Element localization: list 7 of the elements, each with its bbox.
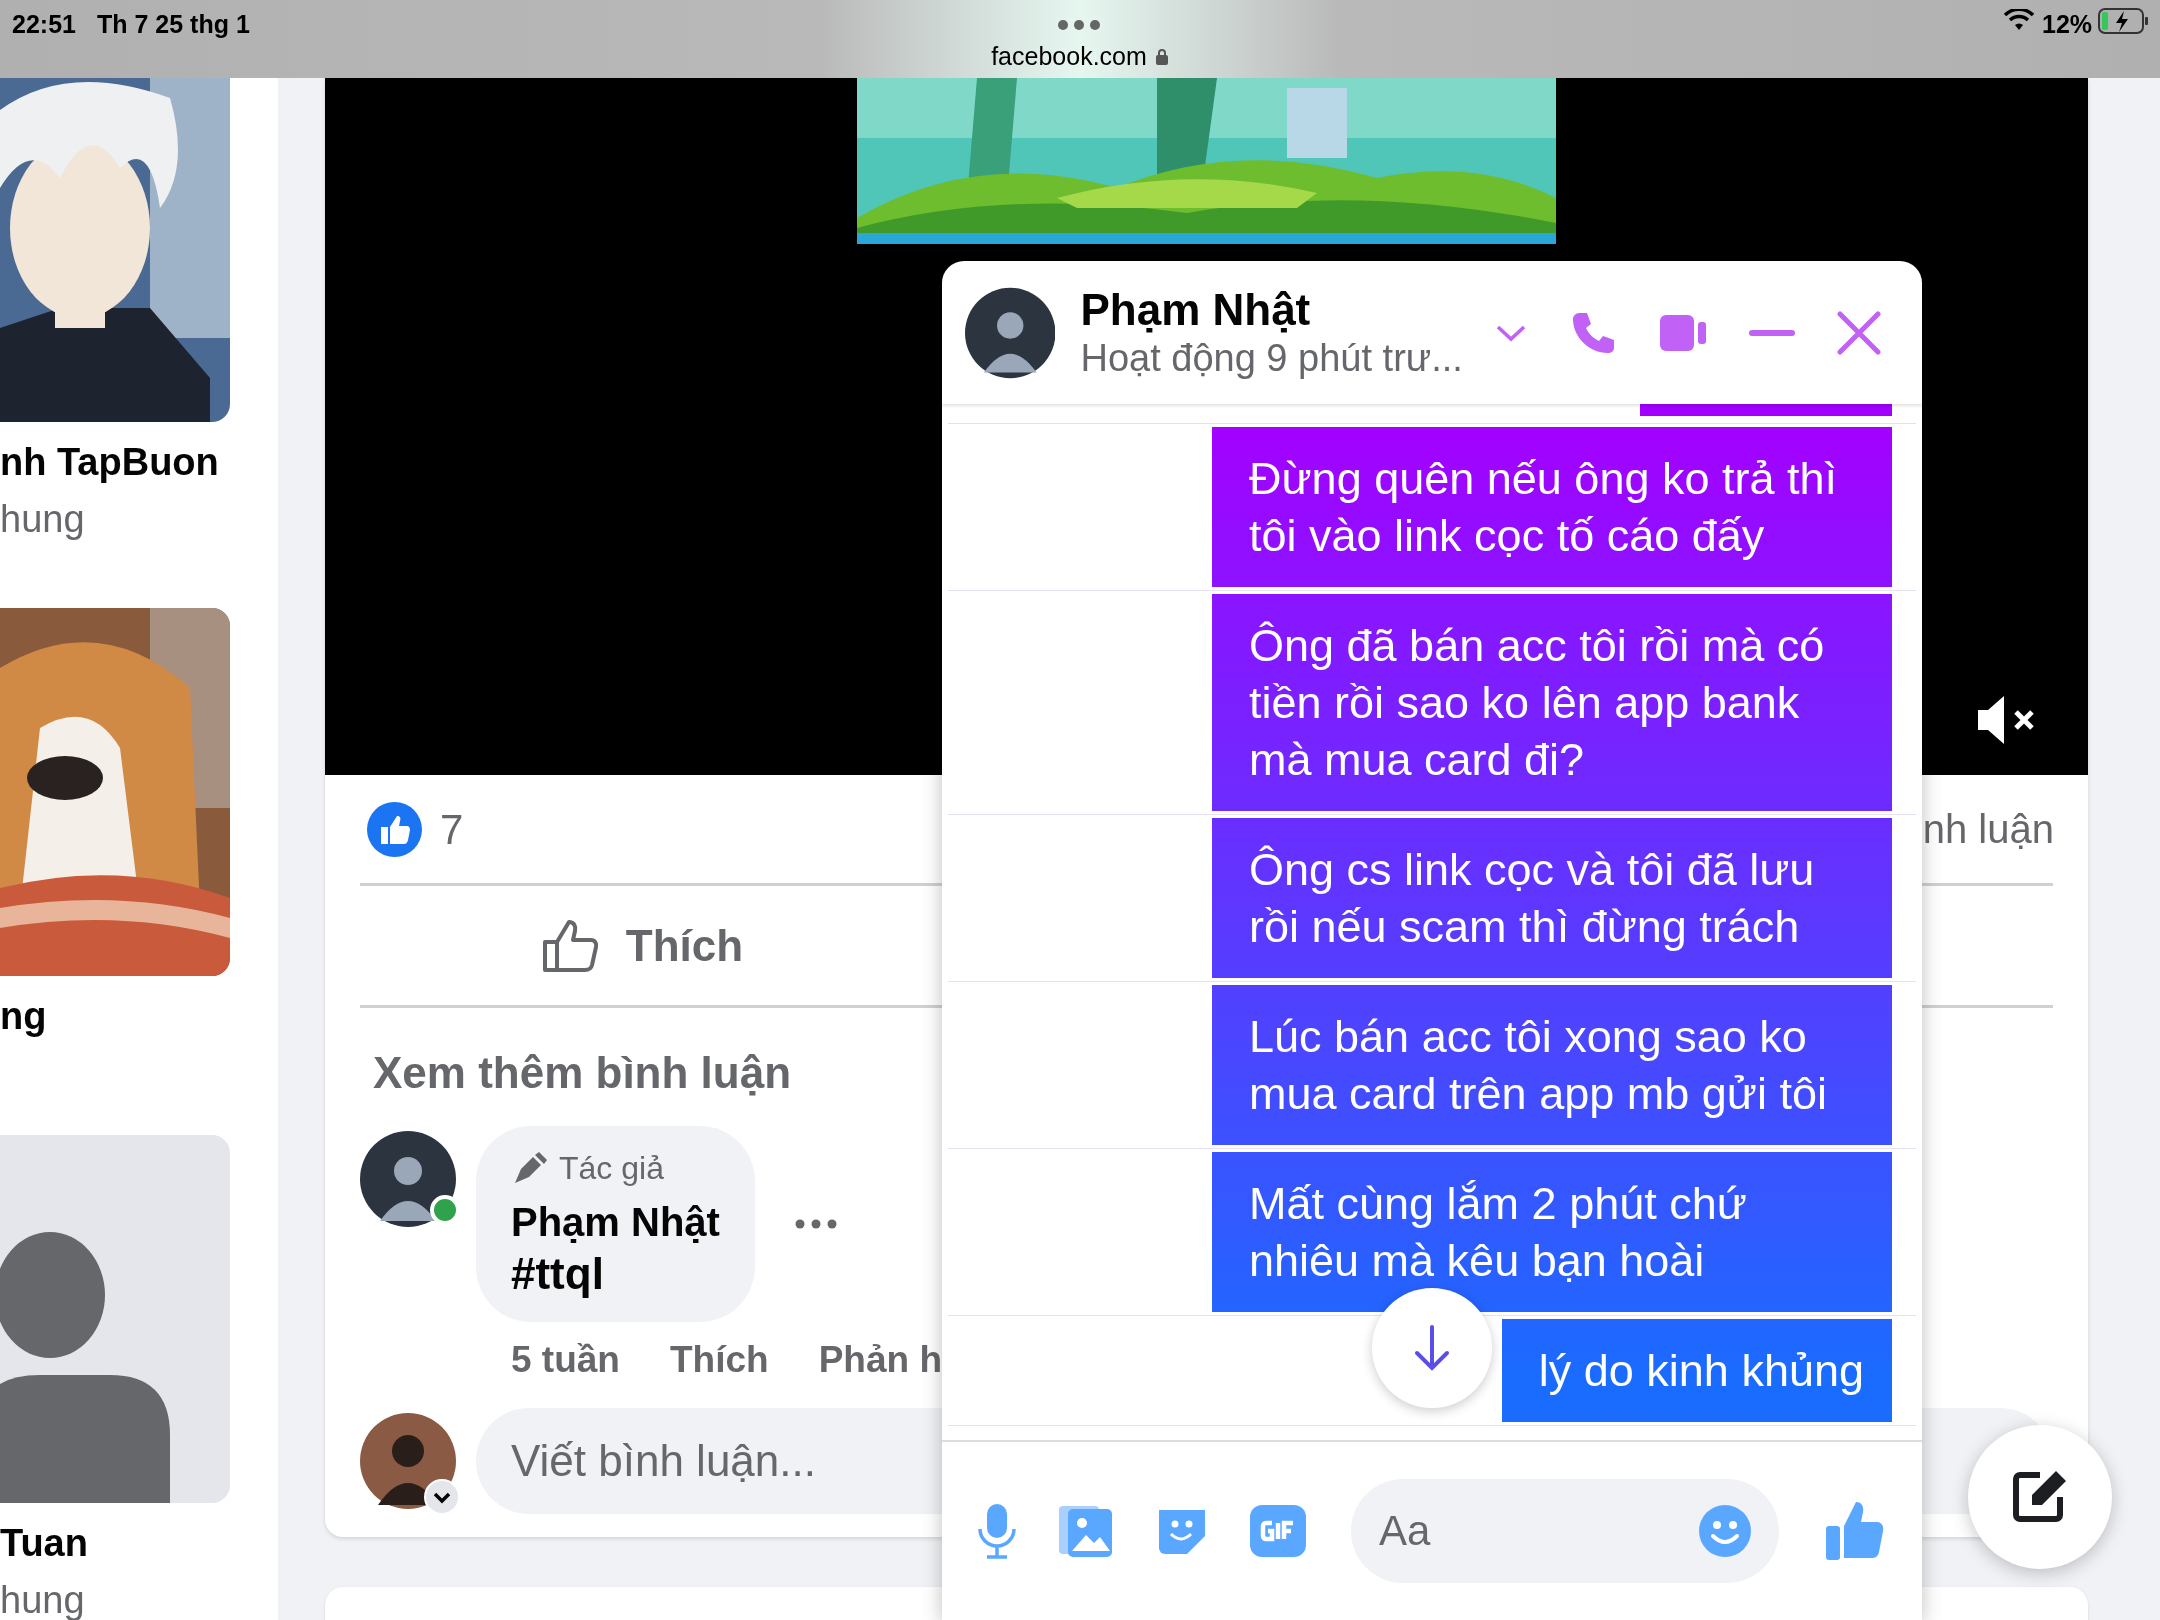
mutual-info: hung [0, 497, 86, 542]
status-date: Th 7 25 thg 1 [97, 9, 250, 40]
comment-text: #ttql [511, 1248, 605, 1300]
status-time: 22:51 [12, 9, 76, 40]
battery-percent: 12% [2042, 9, 2093, 40]
contact-status: Hoạt động 9 phút trư... [1080, 335, 1464, 381]
author-label: Tác giả [559, 1149, 664, 1188]
